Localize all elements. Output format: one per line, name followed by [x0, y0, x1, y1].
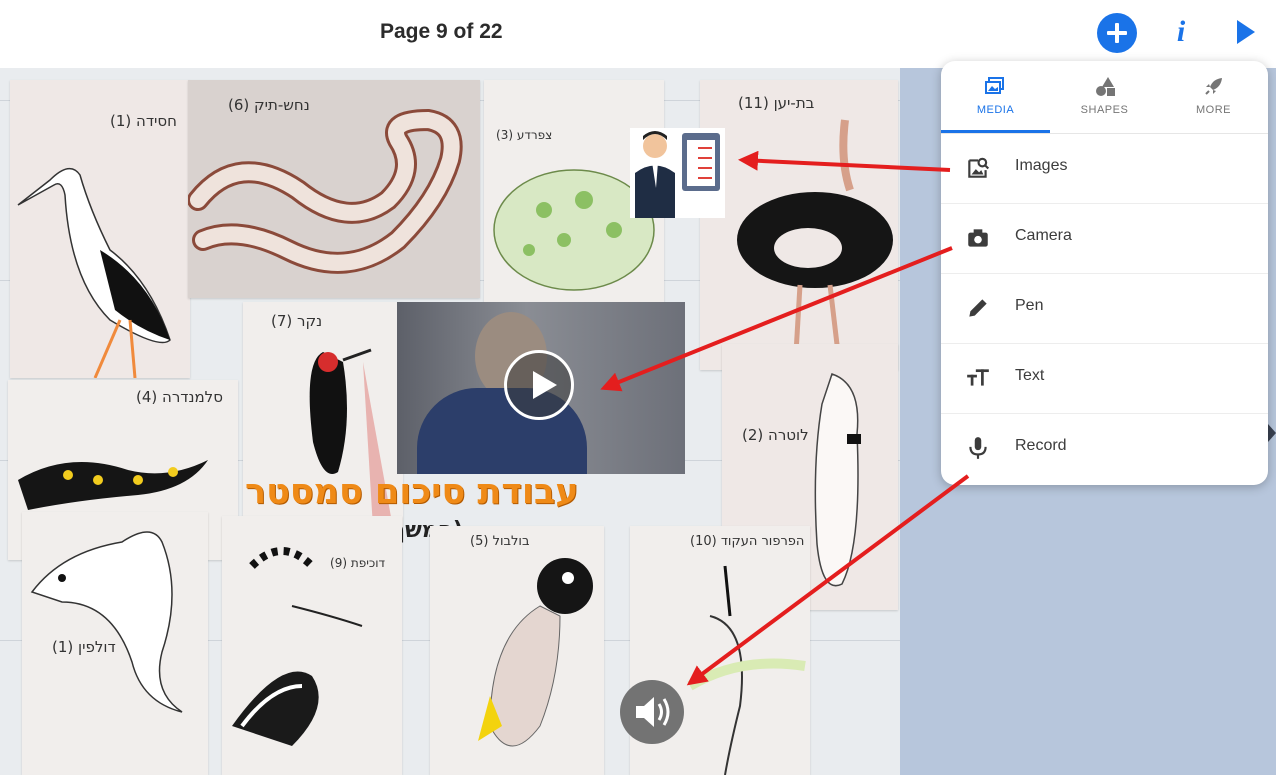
video-player[interactable] — [397, 302, 685, 474]
card-ostrich[interactable]: בת-יען (11) — [700, 80, 898, 371]
text-icon — [967, 369, 989, 386]
menu-item-label: Pen — [1015, 297, 1044, 314]
ostrich-drawing-icon — [737, 119, 893, 371]
menu-item-label: Record — [1015, 437, 1067, 454]
card-bulbul[interactable]: בולבול (5) — [430, 526, 604, 775]
card-label: דולפין (1) — [52, 638, 116, 656]
card-hoopoe[interactable]: דוכיפת (9) — [222, 516, 402, 775]
tab-media[interactable]: MEDIA — [941, 61, 1050, 133]
info-button[interactable]: i — [1168, 14, 1194, 50]
card-label: צפרדע (3) — [496, 128, 553, 142]
collage-title: עבודת סיכום סמסטר — [245, 472, 579, 512]
menu-item-label: Text — [1015, 367, 1045, 384]
next-page-arrow-icon[interactable] — [1268, 424, 1276, 442]
menu-tabs: MEDIA SHAPES MORE — [941, 61, 1268, 134]
image-search-icon — [968, 157, 990, 178]
camera-icon — [968, 229, 988, 247]
tab-label: MORE — [1196, 104, 1231, 116]
speaker-icon — [636, 697, 670, 727]
card-label: חסידה (1) — [110, 112, 177, 130]
card-label: סלמנדרה (4) — [136, 388, 223, 406]
insert-menu: MEDIA SHAPES MORE Images Camera Pen Text… — [941, 61, 1268, 485]
collage-board: חסידה (1) נחש-תיק (6) צפרדע (3) בת-יען (… — [0, 68, 900, 775]
menu-item-label: Images — [1015, 157, 1068, 174]
menu-item-record[interactable]: Record — [941, 413, 1268, 483]
menu-item-images[interactable]: Images — [941, 133, 1268, 204]
tab-label: MEDIA — [976, 104, 1015, 116]
shapes-icon — [1096, 77, 1115, 96]
audio-clip-badge[interactable] — [620, 680, 684, 744]
menu-item-label: Camera — [1015, 227, 1072, 244]
rocket-icon — [1205, 78, 1222, 95]
card-label: דוכיפת (9) — [330, 556, 386, 570]
teacher-icon — [635, 131, 720, 218]
add-button[interactable] — [1097, 13, 1137, 53]
page-indicator: Page 9 of 22 — [380, 20, 503, 43]
pen-icon — [969, 299, 987, 317]
top-bar: Page 9 of 22 i — [0, 0, 1276, 68]
media-icon — [985, 77, 1004, 94]
card-stork[interactable]: חסידה (1) — [10, 80, 190, 379]
card-snake[interactable]: נחש-תיק (6) — [187, 80, 480, 298]
tab-label: SHAPES — [1080, 104, 1129, 116]
microphone-icon — [969, 437, 987, 459]
card-label: בולבול (5) — [470, 534, 530, 549]
tab-more[interactable]: MORE — [1159, 61, 1268, 133]
video-play-icon[interactable] — [504, 350, 574, 420]
play-icon[interactable] — [1237, 20, 1255, 44]
card-dolphin[interactable]: דולפין (1) — [22, 512, 208, 775]
menu-item-camera[interactable]: Camera — [941, 203, 1268, 274]
card-label: נחש-תיק (6) — [228, 96, 310, 114]
card-label: הפרפור העקוד (10) — [690, 534, 805, 549]
tab-shapes[interactable]: SHAPES — [1050, 61, 1159, 133]
hoopoe-drawing-icon — [232, 547, 363, 746]
menu-item-text[interactable]: Text — [941, 343, 1268, 414]
card-label: נקר (7) — [271, 312, 323, 330]
menu-item-pen[interactable]: Pen — [941, 273, 1268, 344]
bulbul-drawing-icon — [478, 558, 593, 747]
teacher-clipart-image[interactable] — [630, 128, 725, 218]
card-label: בת-יען (11) — [738, 94, 815, 112]
card-label: לוטרה (2) — [742, 426, 809, 444]
